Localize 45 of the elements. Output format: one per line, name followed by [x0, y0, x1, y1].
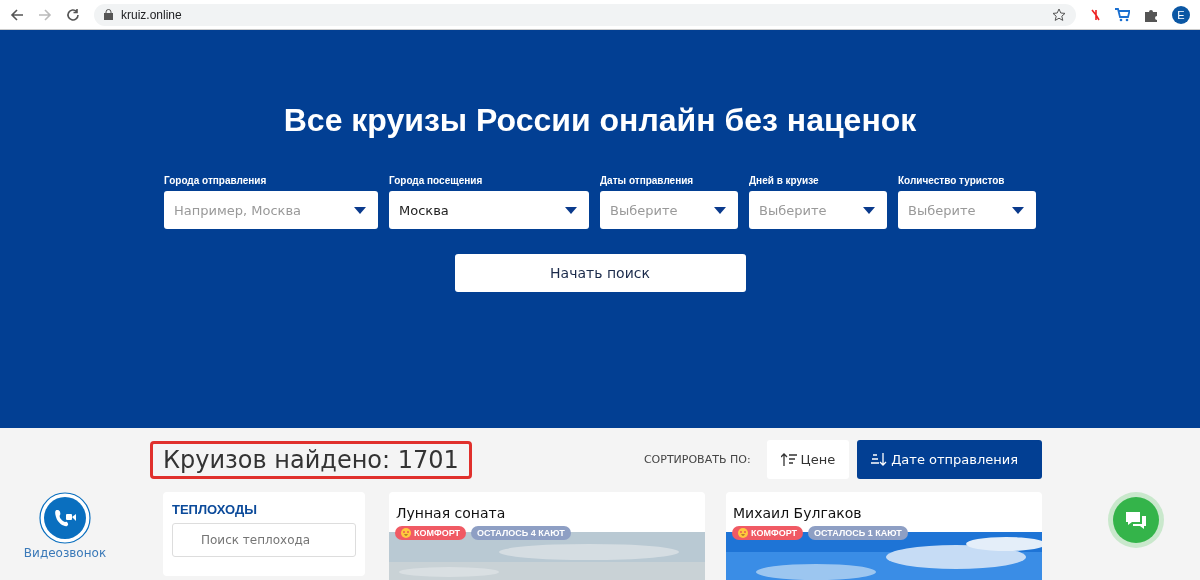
cruise-card[interactable]: Лунная соната КОМФОРТ ОСТАЛОСЬ 4 КАЮТ [389, 492, 705, 580]
yandex-icon[interactable] [1090, 8, 1100, 21]
tag: КОМФОРТ [732, 526, 804, 540]
ship-name: Михаил Булгаков [732, 504, 863, 523]
ship-name: Лунная соната [395, 504, 507, 523]
tag: КОМФОРТ [395, 526, 467, 540]
star-icon[interactable] [1052, 7, 1066, 22]
results-count: Круизов найдено: 1701 [150, 440, 472, 479]
field-label: Дней в круизе [749, 175, 820, 186]
search-button[interactable]: Начать поиск [454, 254, 746, 292]
lock-icon [104, 9, 113, 20]
sidebar-title: ТЕПЛОХОДЫ [172, 502, 258, 517]
dropdown-field[interactable]: Москва [389, 191, 589, 229]
video-call-label[interactable]: Видеозвонок [23, 546, 107, 560]
back-icon[interactable] [10, 7, 24, 22]
cruise-card[interactable]: Михаил Булгаков КОМФОРТ ОСТАЛОСЬ 1 КАЮТ [726, 492, 1042, 580]
chat-button[interactable] [1108, 492, 1164, 548]
sort-label: СОРТИРОВАТЬ ПО: [643, 453, 751, 466]
sort-button[interactable]: Цене [766, 440, 850, 479]
url-text: kruiz.online [121, 7, 182, 22]
smiley-icon [738, 528, 748, 538]
field-label: Города отправления [164, 175, 268, 186]
field-label: Даты отправления [600, 175, 695, 186]
caret-icon [714, 206, 726, 214]
field-label: Города посещения [389, 175, 484, 186]
address-bar[interactable]: kruiz.online [94, 3, 1076, 26]
sort-button[interactable]: Дате отправления [857, 440, 1042, 479]
caret-icon [565, 206, 577, 214]
caret-icon [863, 206, 875, 214]
reload-icon[interactable] [66, 7, 80, 22]
tag: ОСТАЛОСЬ 1 КАЮТ [808, 526, 908, 540]
profile-avatar[interactable]: E [1172, 5, 1190, 24]
page-title: Все круизы России онлайн без наценок [283, 102, 917, 139]
field-label: Количество туристов [898, 175, 1006, 186]
search-field[interactable]: Поиск теплохода [172, 523, 356, 557]
chat-icon [1112, 496, 1160, 544]
cart-icon[interactable] [1114, 7, 1130, 22]
caret-icon [1012, 206, 1024, 214]
caret-icon [354, 206, 366, 214]
sort-icon [780, 452, 797, 467]
puzzle-icon[interactable] [1144, 7, 1158, 22]
video-call-icon[interactable] [39, 492, 91, 544]
tag: ОСТАЛОСЬ 4 КАЮТ [471, 526, 571, 540]
smiley-icon [401, 528, 411, 538]
sort-icon [871, 452, 888, 467]
